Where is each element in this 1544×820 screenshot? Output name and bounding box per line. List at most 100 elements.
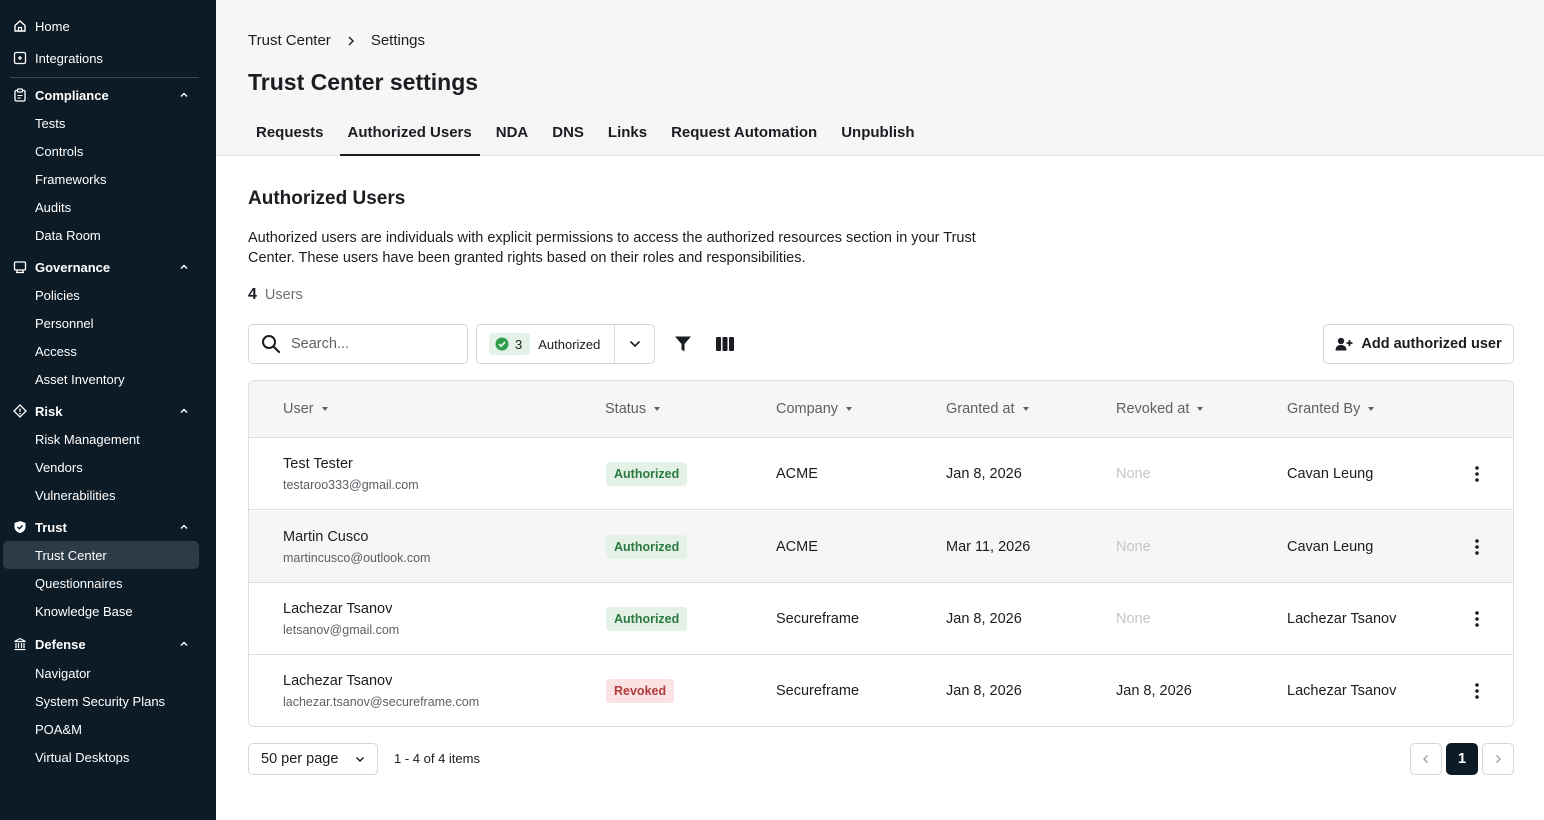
table-row[interactable]: Martin Cusco martincusco@outlook.com Aut… — [249, 511, 1513, 583]
user-name: Test Tester — [283, 456, 353, 472]
sidebar-section-label: Risk — [35, 403, 63, 419]
governance-icon — [13, 261, 27, 274]
sidebar-item-controls[interactable]: Controls — [3, 137, 199, 165]
column-header-label: Revoked at — [1116, 401, 1190, 417]
add-authorized-user-label: Add authorized user — [1361, 336, 1502, 352]
tab-request-automation[interactable]: Request Automation — [663, 114, 825, 156]
row-actions-button[interactable] — [1467, 535, 1487, 559]
table-row[interactable]: Test Tester testaroo333@gmail.com Author… — [249, 438, 1513, 510]
status-badge: Authorized — [606, 462, 688, 486]
sidebar-item-label: Risk Management — [35, 431, 140, 447]
sidebar-item-integrations[interactable]: Integrations — [3, 44, 199, 72]
company-cell: ACME — [776, 539, 818, 555]
sidebar-section-label: Trust — [35, 519, 67, 535]
more-vertical-icon — [1475, 466, 1479, 482]
status-filter-count: 3 — [515, 336, 523, 352]
column-header-granted-by[interactable]: Granted By — [1287, 401, 1375, 417]
per-page-select[interactable]: 50 per page — [248, 743, 378, 775]
pagination-range: 1 - 4 of 4 items — [394, 751, 480, 766]
sidebar-item-navigator[interactable]: Navigator — [3, 659, 199, 687]
sidebar-item-system-security-plans[interactable]: System Security Plans — [3, 687, 199, 715]
column-header-company[interactable]: Company — [776, 401, 853, 417]
sidebar-item-policies[interactable]: Policies — [3, 281, 199, 309]
search-input[interactable] — [291, 336, 451, 352]
company-cell: ACME — [776, 466, 818, 482]
column-header-label: Status — [605, 401, 647, 417]
sidebar-section-label: Compliance — [35, 87, 109, 103]
sidebar-item-trust-center[interactable]: Trust Center — [3, 541, 199, 569]
status-badge: Authorized — [606, 535, 688, 559]
per-page-value: 50 per page — [261, 751, 339, 767]
tab-dns[interactable]: DNS — [544, 114, 592, 156]
breadcrumb-current: Settings — [370, 32, 426, 49]
sidebar-item-data-room[interactable]: Data Room — [3, 221, 199, 249]
row-actions-button[interactable] — [1467, 462, 1487, 486]
page-title: Trust Center settings — [248, 69, 479, 95]
add-authorized-user-button[interactable]: Add authorized user — [1323, 324, 1514, 364]
more-vertical-icon — [1475, 539, 1479, 555]
sidebar-item-audits[interactable]: Audits — [3, 193, 199, 221]
tab-authorized-users[interactable]: Authorized Users — [339, 114, 480, 156]
sidebar-item-frameworks[interactable]: Frameworks — [3, 165, 199, 193]
sidebar-item-label: Asset Inventory — [35, 371, 125, 387]
sidebar-item-vendors[interactable]: Vendors — [3, 453, 199, 481]
column-header-label: Granted By — [1287, 401, 1361, 417]
columns-icon — [716, 337, 734, 351]
sort-caret-icon — [654, 407, 661, 411]
sidebar-section-trust[interactable]: Trust — [3, 513, 199, 541]
clipboard-icon — [14, 88, 26, 102]
next-page-button[interactable] — [1482, 743, 1514, 775]
column-header-revoked-at[interactable]: Revoked at — [1116, 401, 1204, 417]
column-header-label: User — [283, 401, 314, 417]
column-header-user[interactable]: User — [283, 401, 328, 417]
column-header-status[interactable]: Status — [605, 401, 661, 417]
columns-button[interactable] — [713, 332, 737, 356]
status-filter-dropdown[interactable] — [614, 325, 654, 363]
user-plus-icon — [1335, 337, 1353, 351]
chevron-right-icon — [1496, 755, 1501, 763]
table-row[interactable]: Lachezar Tsanov lachezar.tsanov@securefr… — [249, 655, 1513, 726]
column-header-granted-at[interactable]: Granted at — [946, 401, 1029, 417]
sidebar-item-knowledge-base[interactable]: Knowledge Base — [3, 597, 199, 625]
sidebar-item-questionnaires[interactable]: Questionnaires — [3, 569, 199, 597]
row-actions-button[interactable] — [1467, 607, 1487, 631]
status-filter[interactable]: 3 Authorized — [476, 324, 655, 364]
status-filter-chip: 3 — [489, 333, 531, 355]
sidebar-section-governance[interactable]: Governance — [3, 253, 199, 281]
sidebar-item-access[interactable]: Access — [3, 337, 199, 365]
user-email: lachezar.tsanov@secureframe.com — [283, 695, 480, 709]
sidebar-item-vulnerabilities[interactable]: Vulnerabilities — [3, 481, 199, 509]
breadcrumb-link-trust-center[interactable]: Trust Center — [248, 32, 331, 49]
granted-by-cell: Lachezar Tsanov — [1287, 611, 1397, 627]
table-row[interactable]: Lachezar Tsanov letsanov@gmail.com Autho… — [249, 583, 1513, 655]
status-filter-label: Authorized — [538, 336, 601, 352]
sidebar-item-label: Vulnerabilities — [35, 487, 116, 503]
tab-unpublish[interactable]: Unpublish — [833, 114, 922, 156]
company-cell: Secureframe — [776, 611, 860, 627]
sidebar-item-asset-inventory[interactable]: Asset Inventory — [3, 365, 199, 393]
sidebar-item-risk-management[interactable]: Risk Management — [3, 425, 199, 453]
sidebar-section-compliance[interactable]: Compliance — [3, 81, 199, 109]
sidebar-item-label: Audits — [35, 199, 72, 215]
tab-nda[interactable]: NDA — [488, 114, 537, 156]
chevron-down-icon — [355, 756, 365, 763]
filter-button[interactable] — [671, 332, 695, 356]
sidebar-item-tests[interactable]: Tests — [3, 109, 199, 137]
tab-links[interactable]: Links — [600, 114, 655, 156]
sidebar-item-personnel[interactable]: Personnel — [3, 309, 199, 337]
sidebar-item-home[interactable]: Home — [3, 12, 199, 40]
sidebar-item-label: Policies — [35, 287, 80, 303]
tab-requests[interactable]: Requests — [248, 114, 332, 156]
previous-page-button[interactable] — [1410, 743, 1442, 775]
page-button-current[interactable]: 1 — [1446, 743, 1478, 775]
sidebar-item-poam[interactable]: POA&M — [3, 715, 199, 743]
row-actions-button[interactable] — [1467, 679, 1487, 703]
sidebar-item-virtual-desktops[interactable]: Virtual Desktops — [3, 743, 199, 771]
granted-by-cell: Cavan Leung — [1287, 466, 1374, 482]
sidebar-item-label: Personnel — [35, 315, 94, 331]
sidebar-item-label: Integrations — [35, 50, 103, 66]
sidebar-section-risk[interactable]: Risk — [3, 397, 199, 425]
authorized-users-table: User Status Company Granted at Revoked a… — [248, 380, 1514, 727]
user-count-number: 4 — [248, 286, 257, 303]
sidebar-section-defense[interactable]: Defense — [3, 630, 199, 658]
